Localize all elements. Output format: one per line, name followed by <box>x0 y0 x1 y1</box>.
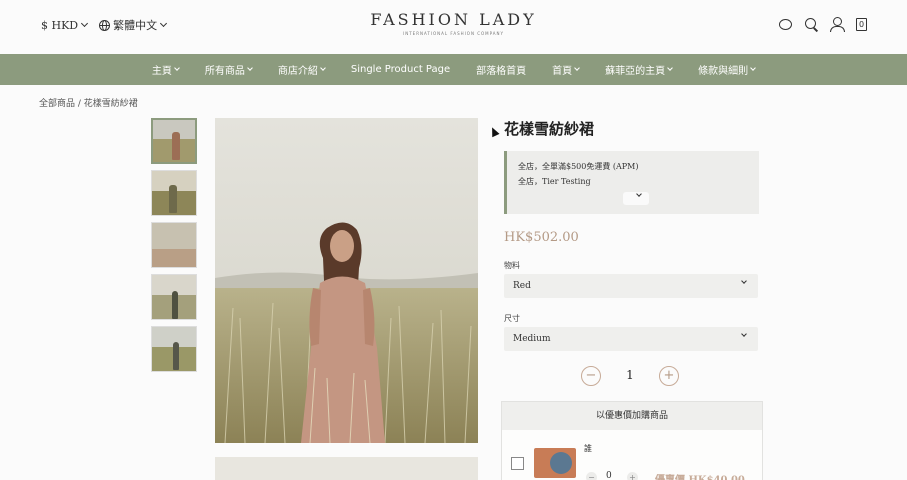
chevron-down-icon <box>574 65 580 71</box>
quantity-increase-button[interactable]: + <box>659 366 679 386</box>
chevron-down-icon <box>741 331 747 337</box>
chevron-down-icon <box>750 65 756 71</box>
nav-label: 所有商品 <box>204 66 245 77</box>
thumb-sky <box>152 223 196 250</box>
search-icon[interactable] <box>804 17 818 31</box>
header-actions: 0 <box>767 17 867 32</box>
product-thumbnail[interactable] <box>151 326 197 372</box>
nav-item-home[interactable]: 主頁 <box>151 62 180 77</box>
addon-price: 優惠價 HK$40.00 <box>655 471 745 480</box>
promo-line: 全店，Tier Testing <box>518 177 591 186</box>
logo-tagline: INTERNATIONAL FASHION COMPANY <box>403 31 504 36</box>
product-secondary-image[interactable] <box>215 457 478 480</box>
material-value: Red <box>513 281 531 291</box>
product-thumbnail[interactable] <box>151 274 197 320</box>
chevron-down-icon <box>667 65 673 71</box>
addon-quantity: 0 <box>606 471 612 480</box>
cart-icon[interactable]: 0 <box>856 17 867 31</box>
thumb-figure <box>169 185 177 213</box>
nav-label: 商店介紹 <box>277 66 318 77</box>
nav-item-terms[interactable]: 條款與細則 <box>698 62 756 77</box>
nav-item-all-products[interactable]: 所有商品 <box>204 62 253 77</box>
material-label: 物料 <box>504 261 520 270</box>
size-value: Medium <box>513 334 551 344</box>
product-price: HK$502.00 <box>504 230 579 245</box>
nav-label: 主頁 <box>151 66 172 77</box>
main-nav: 主頁 所有商品 商店介紹 Single Product Page 部落格首頁 首… <box>0 54 907 85</box>
chevron-down-icon <box>741 278 747 284</box>
product-thumbnail[interactable] <box>151 170 197 216</box>
nav-item-single-product[interactable]: Single Product Page <box>351 64 450 75</box>
expand-promos-button[interactable] <box>623 191 649 205</box>
nav-label: 部落格首頁 <box>476 66 527 77</box>
nav-item-sophia[interactable]: 蘇菲亞的主頁 <box>605 62 673 77</box>
chevron-down-icon <box>320 65 326 71</box>
addon-increase-button[interactable]: + <box>627 472 638 480</box>
header: $ HKD 繁體中文 FASHION LADY INTERNATIONAL FA… <box>0 0 907 54</box>
thumb-figure <box>172 132 180 160</box>
nav-label: 條款與細則 <box>698 66 749 77</box>
product-title: 花樣雪紡紗裙 <box>504 120 595 138</box>
addon-item-image <box>534 448 576 478</box>
chevron-down-icon <box>174 65 180 71</box>
chat-icon[interactable] <box>779 18 792 30</box>
addon-checkbox[interactable] <box>511 457 524 470</box>
nav-label: Single Product Page <box>350 64 451 75</box>
addon-offer-panel: 以優惠價加購商品 誰 − 0 + 優惠價 HK$40.00 <box>501 401 763 480</box>
nav-item-blog[interactable]: 部落格首頁 <box>476 62 526 77</box>
product-thumbnail[interactable] <box>151 222 197 268</box>
size-label: 尺寸 <box>504 314 520 323</box>
quantity-value[interactable]: 1 <box>620 368 640 382</box>
nav-label: 蘇菲亞的主頁 <box>605 66 666 77</box>
addon-decrease-button[interactable]: − <box>586 472 597 480</box>
size-select[interactable]: Medium <box>504 327 758 351</box>
cart-count: 0 <box>858 19 865 29</box>
thumb-field <box>152 249 196 267</box>
thumb-figure <box>172 291 178 319</box>
addon-heading: 以優惠價加購商品 <box>502 402 762 430</box>
nav-item-front[interactable]: 首頁 <box>552 62 580 77</box>
material-select[interactable]: Red <box>504 274 758 298</box>
addon-item-name: 誰 <box>584 444 592 453</box>
product-photo-illustration <box>215 118 478 443</box>
thumb-figure <box>173 342 179 370</box>
chevron-down-icon <box>636 191 642 197</box>
nav-label: 首頁 <box>552 66 573 77</box>
breadcrumb[interactable]: 全部商品 / 花樣雪紡紗裙 <box>39 96 138 109</box>
user-icon[interactable] <box>830 17 845 32</box>
nav-item-about[interactable]: 商店介紹 <box>277 62 326 77</box>
promotion-box: 全店，全單滿$500免運費 (APM) 全店，Tier Testing <box>504 151 759 214</box>
mouse-cursor-icon <box>488 125 500 138</box>
promo-line: 全店，全單滿$500免運費 (APM) <box>518 162 639 171</box>
product-main-image[interactable] <box>215 118 478 443</box>
chevron-down-icon <box>247 65 253 71</box>
product-thumbnail[interactable] <box>151 118 197 164</box>
quantity-decrease-button[interactable]: − <box>581 366 601 386</box>
